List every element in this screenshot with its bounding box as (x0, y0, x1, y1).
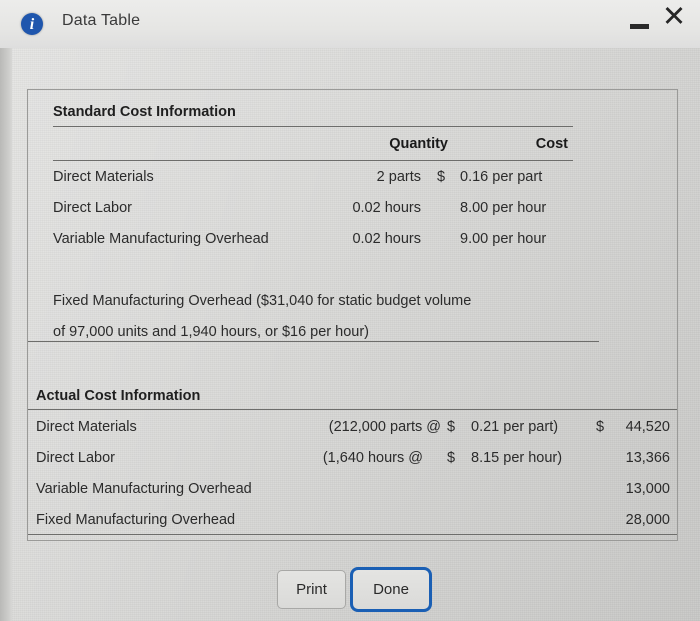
standard-row-cost: 9.00 per hour (460, 231, 547, 247)
done-button[interactable]: Done (350, 567, 432, 612)
actual-row-label: Variable Manufacturing Overhead (36, 481, 252, 497)
standard-row-currency: $ (437, 169, 446, 185)
print-button[interactable]: Print (277, 570, 346, 609)
actual-row-label: Direct Labor (36, 450, 115, 466)
window-title: Data Table (62, 12, 141, 29)
actual-cost-heading: Actual Cost Information (36, 388, 201, 404)
data-table-panel: Standard Cost Information Quantity Cost … (27, 89, 678, 541)
standard-row-label: Direct Materials (53, 169, 154, 185)
actual-row-rate: 8.15 per hour) (471, 450, 563, 466)
info-icon-glyph: i (29, 16, 35, 33)
actual-row-rate-currency: $ (447, 450, 456, 466)
close-icon[interactable]: ✕ (658, 1, 690, 35)
minimize-icon[interactable] (628, 13, 652, 35)
actual-heading-rule (28, 409, 677, 410)
actual-row-amount: 13,000 (625, 481, 670, 497)
standard-row-label: Direct Labor (53, 200, 132, 216)
column-header-quantity: Quantity (389, 136, 448, 152)
actual-row-rate-currency: $ (447, 419, 456, 435)
column-header-cost: Cost (535, 136, 568, 152)
standard-heading-rule (53, 126, 573, 127)
actual-section-bottom-rule (28, 534, 677, 535)
info-icon: i (21, 13, 43, 35)
fixed-overhead-note-line2: of 97,000 units and 1,940 hours, or $16 … (53, 324, 369, 340)
standard-section-bottom-rule (28, 341, 599, 342)
standard-row-quantity: 0.02 hours (352, 231, 421, 247)
actual-row-quantity: (1,640 hours @ (322, 450, 423, 466)
actual-row-amount: 28,000 (625, 512, 670, 528)
standard-row-cost: 0.16 per part (460, 169, 543, 185)
actual-row-label: Fixed Manufacturing Overhead (36, 512, 236, 528)
standard-row-cost: 8.00 per hour (460, 200, 547, 216)
window-titlebar: i Data Table ✕ (0, 0, 700, 48)
actual-row-amount: 13,366 (625, 450, 670, 466)
standard-row-quantity: 0.02 hours (352, 200, 421, 216)
standard-row-label: Variable Manufacturing Overhead (53, 231, 269, 247)
actual-row-rate: 0.21 per part) (471, 419, 559, 435)
standard-columns-rule (53, 160, 573, 161)
standard-row-quantity: 2 parts (376, 169, 421, 185)
fixed-overhead-note-line1: Fixed Manufacturing Overhead ($31,040 fo… (53, 293, 472, 309)
actual-row-quantity: (212,000 parts @ (328, 419, 441, 435)
actual-row-label: Direct Materials (36, 419, 137, 435)
actual-row-amount: 44,520 (625, 419, 670, 435)
standard-cost-heading: Standard Cost Information (53, 104, 236, 120)
left-edge-band (0, 48, 12, 621)
